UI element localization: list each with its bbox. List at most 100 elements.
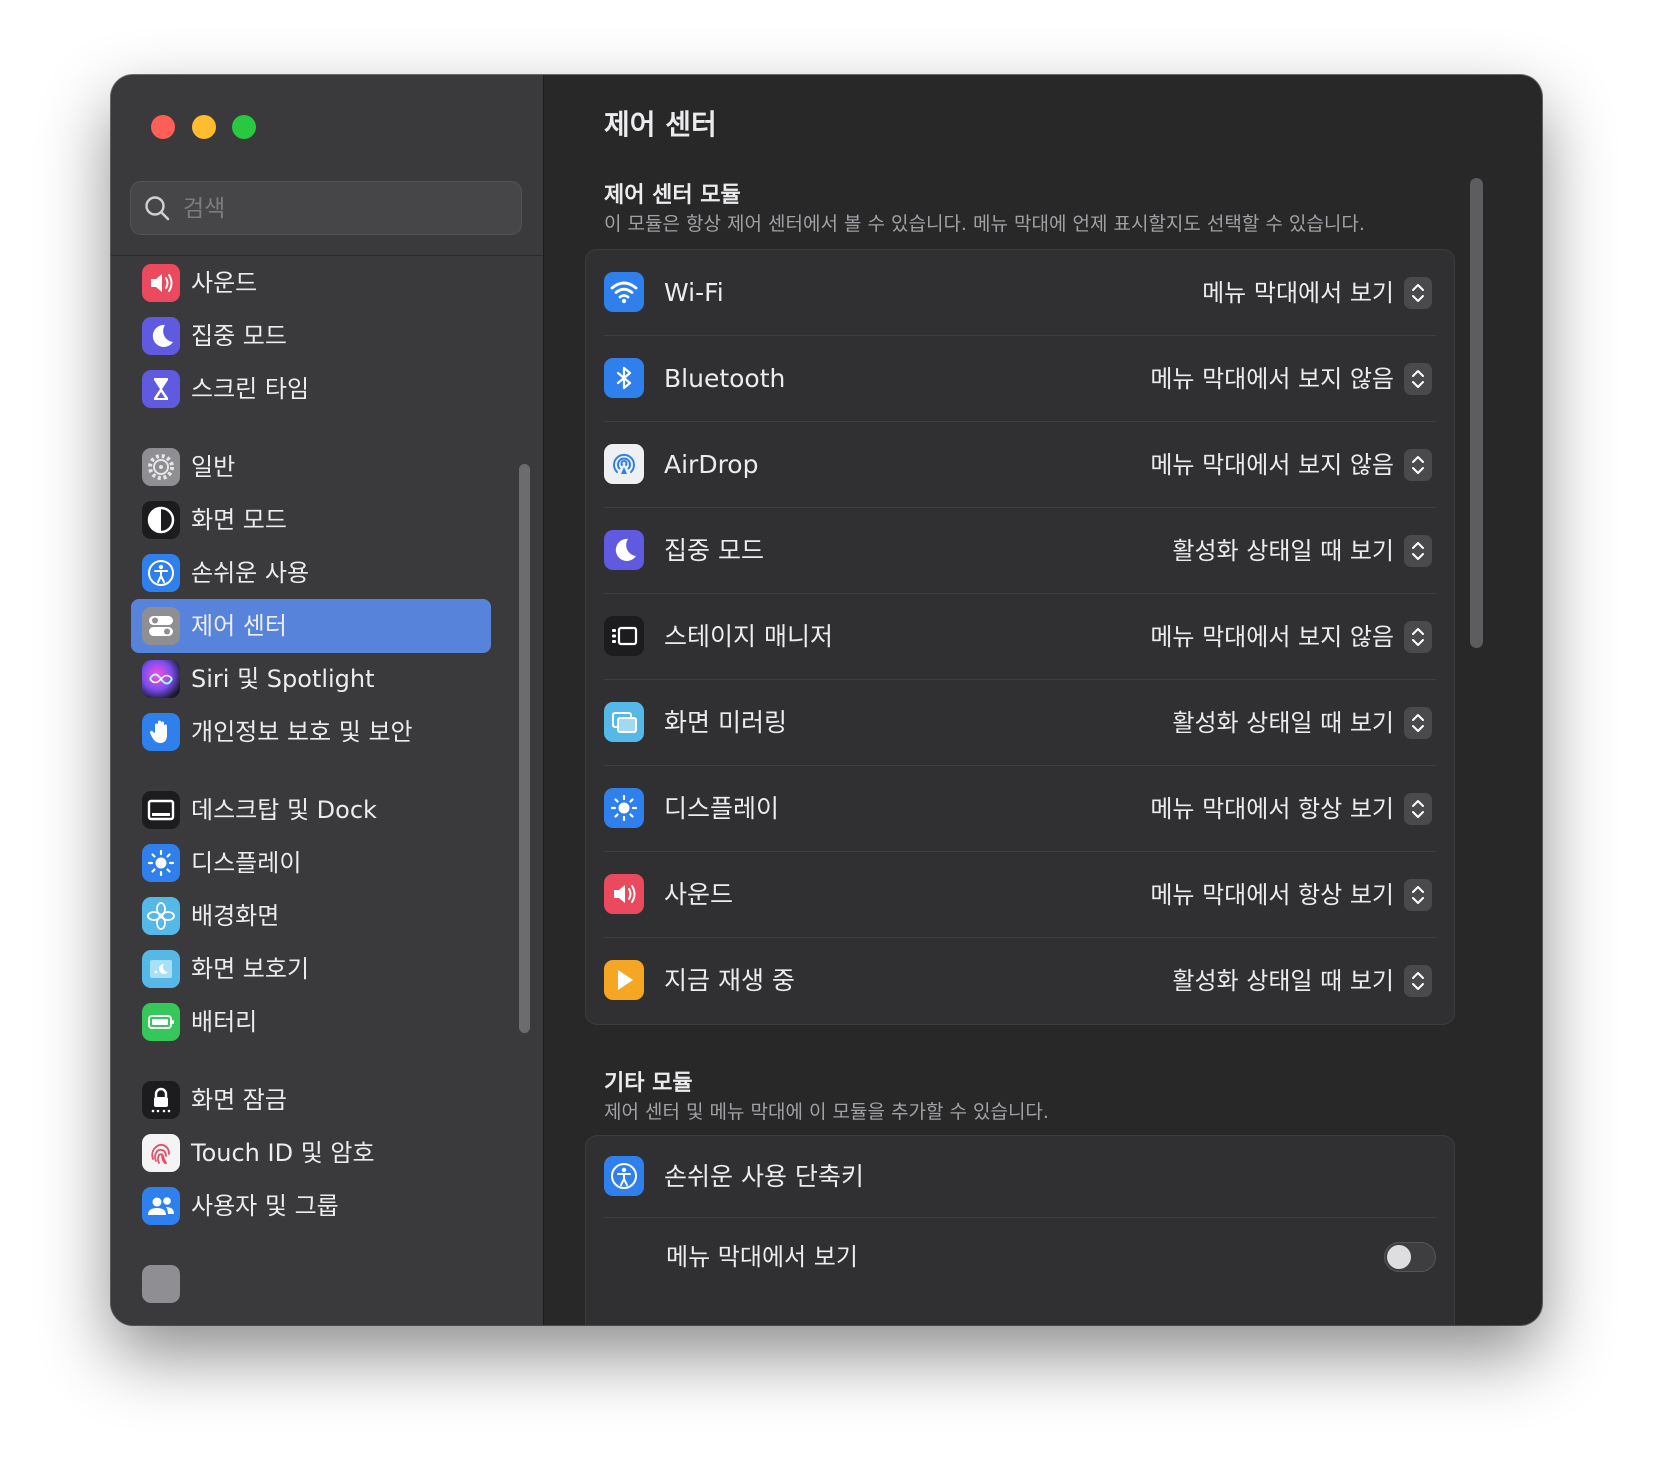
sidebar-list: 사운드 집중 모드 스크린 타임 일반 화면 모드 손쉬운 사용 제어 센터 S…	[111, 256, 543, 1325]
moon-icon	[604, 530, 644, 570]
module-visibility-value[interactable]: 메뉴 막대에서 항상 보기	[1150, 852, 1394, 938]
sidebar-item-control-center[interactable]: 제어 센터	[131, 599, 491, 653]
chevron-updown-icon[interactable]	[1404, 621, 1432, 653]
search-input[interactable]	[181, 182, 505, 236]
module-row-focus: 집중 모드 활성화 상태일 때 보기	[586, 508, 1454, 594]
sidebar-item-appearance[interactable]: 화면 모드	[131, 493, 491, 547]
sidebar-item-display[interactable]: 디스플레이	[131, 836, 491, 890]
sidebar-item-wallpaper[interactable]: 배경화면	[131, 889, 491, 943]
chevron-updown-icon[interactable]	[1404, 535, 1432, 567]
screen-mirroring-icon	[604, 702, 644, 742]
sidebar-item-sound[interactable]: 사운드	[131, 256, 491, 310]
chevron-updown-icon[interactable]	[1404, 793, 1432, 825]
dock-icon	[142, 791, 180, 829]
sidebar-scrollbar[interactable]	[519, 464, 530, 1033]
module-name: 디스플레이	[664, 794, 780, 823]
toggle-label: 메뉴 막대에서 보기	[666, 1243, 858, 1271]
show-in-menu-bar-toggle[interactable]	[1384, 1242, 1436, 1272]
sidebar-item-label: 데스크탑 및 Dock	[191, 796, 377, 824]
sidebar-item-users-groups[interactable]: 사용자 및 그룹	[131, 1179, 491, 1233]
module-name: 스테이지 매니저	[664, 622, 833, 651]
section-title-modules: 제어 센터 모듈	[604, 183, 741, 208]
module-name: Bluetooth	[664, 364, 786, 393]
module-row-stage-manager: 스테이지 매니저 메뉴 막대에서 보지 않음	[586, 594, 1454, 680]
play-icon	[604, 960, 644, 1000]
bluetooth-icon	[604, 358, 644, 398]
sidebar-item-privacy-security[interactable]: 개인정보 보호 및 보안	[131, 705, 491, 759]
chevron-updown-icon[interactable]	[1404, 965, 1432, 997]
module-row-airdrop: AirDrop 메뉴 막대에서 보지 않음	[586, 422, 1454, 508]
sidebar-item-label: 배터리	[191, 1008, 258, 1036]
module-row-accessibility-shortcuts: 손쉬운 사용 단축키	[586, 1136, 1454, 1218]
chevron-updown-icon[interactable]	[1404, 707, 1432, 739]
module-row-wifi: Wi-Fi 메뉴 막대에서 보기	[586, 250, 1454, 336]
battery-icon	[142, 1003, 180, 1041]
chevron-updown-icon[interactable]	[1404, 363, 1432, 395]
sidebar-item-battery[interactable]: 배터리	[131, 995, 491, 1049]
sidebar: 사운드 집중 모드 스크린 타임 일반	[111, 75, 544, 1325]
search-icon	[145, 196, 170, 221]
module-visibility-value[interactable]: 메뉴 막대에서 보지 않음	[1150, 422, 1394, 508]
toggle-knob	[1387, 1245, 1411, 1269]
settings-window: 사운드 집중 모드 스크린 타임 일반	[111, 75, 1542, 1325]
section-description-modules: 이 모듈은 항상 제어 센터에서 볼 수 있습니다. 메뉴 막대에 언제 표시할…	[604, 213, 1365, 235]
sun-icon	[142, 844, 180, 882]
module-visibility-value[interactable]: 메뉴 막대에서 보지 않음	[1150, 594, 1394, 680]
screensaver-icon	[142, 950, 180, 988]
sidebar-item-accessibility[interactable]: 손쉬운 사용	[131, 546, 491, 600]
main-pane: 제어 센터 제어 센터 모듈 이 모듈은 항상 제어 센터에서 볼 수 있습니다…	[544, 75, 1542, 1325]
sidebar-item-label: Touch ID 및 암호	[191, 1139, 375, 1167]
module-visibility-value[interactable]: 메뉴 막대에서 보지 않음	[1150, 336, 1394, 422]
section-title-other: 기타 모듈	[604, 1071, 693, 1096]
chevron-updown-icon[interactable]	[1404, 449, 1432, 481]
sidebar-item-label: 제어 센터	[191, 612, 287, 640]
flower-icon	[142, 897, 180, 935]
search-field[interactable]	[130, 181, 522, 236]
sidebar-item-screen-time[interactable]: 스크린 타임	[131, 362, 491, 416]
main-scrollbar[interactable]	[1470, 178, 1483, 648]
speaker-icon	[142, 264, 180, 302]
accessibility-icon	[604, 1156, 644, 1196]
page-title: 제어 센터	[604, 108, 717, 141]
module-name: AirDrop	[664, 450, 759, 479]
module-visibility-value[interactable]: 메뉴 막대에서 보기	[1202, 250, 1394, 336]
sidebar-item-label: 스크린 타임	[191, 375, 310, 403]
sidebar-item-partial[interactable]	[131, 1257, 491, 1311]
app-icon	[142, 1265, 180, 1303]
sidebar-item-general[interactable]: 일반	[131, 440, 491, 494]
sidebar-item-label: 화면 보호기	[191, 955, 310, 983]
module-visibility-value[interactable]: 메뉴 막대에서 항상 보기	[1150, 766, 1394, 852]
minimize-window-button[interactable]	[192, 115, 216, 139]
accessibility-icon	[142, 554, 180, 592]
chevron-updown-icon[interactable]	[1404, 879, 1432, 911]
sidebar-item-label: 개인정보 보호 및 보안	[191, 718, 413, 746]
chevron-updown-icon[interactable]	[1404, 277, 1432, 309]
sidebar-item-focus[interactable]: 집중 모드	[131, 309, 491, 363]
module-visibility-value[interactable]: 활성화 상태일 때 보기	[1172, 938, 1394, 1024]
stage-manager-icon	[604, 616, 644, 656]
module-name: Wi-Fi	[664, 278, 724, 307]
sidebar-item-lock-screen[interactable]: 화면 잠금	[131, 1073, 491, 1127]
sidebar-item-touch-id[interactable]: Touch ID 및 암호	[131, 1126, 491, 1180]
close-window-button[interactable]	[151, 115, 175, 139]
module-name: 화면 미러링	[664, 708, 787, 737]
module-name: 지금 재생 중	[664, 966, 795, 995]
module-visibility-value[interactable]: 활성화 상태일 때 보기	[1172, 508, 1394, 594]
speaker-icon	[604, 874, 644, 914]
sidebar-item-label: 집중 모드	[191, 322, 287, 350]
module-row-now-playing: 지금 재생 중 활성화 상태일 때 보기	[586, 938, 1454, 1024]
appearance-icon	[142, 501, 180, 539]
airdrop-icon	[604, 444, 644, 484]
sidebar-item-desktop-dock[interactable]: 데스크탑 및 Dock	[131, 783, 491, 837]
module-row-sound: 사운드 메뉴 막대에서 항상 보기	[586, 852, 1454, 938]
siri-icon	[142, 660, 180, 698]
sidebar-item-label: 손쉬운 사용	[191, 559, 310, 587]
moon-icon	[142, 317, 180, 355]
zoom-window-button[interactable]	[232, 115, 256, 139]
gear-icon	[142, 448, 180, 486]
sidebar-item-siri-spotlight[interactable]: Siri 및 Spotlight	[131, 652, 491, 706]
sidebar-item-label: 화면 잠금	[191, 1086, 287, 1114]
sidebar-item-screen-saver[interactable]: 화면 보호기	[131, 942, 491, 996]
module-visibility-value[interactable]: 활성화 상태일 때 보기	[1172, 680, 1394, 766]
hourglass-icon	[142, 370, 180, 408]
